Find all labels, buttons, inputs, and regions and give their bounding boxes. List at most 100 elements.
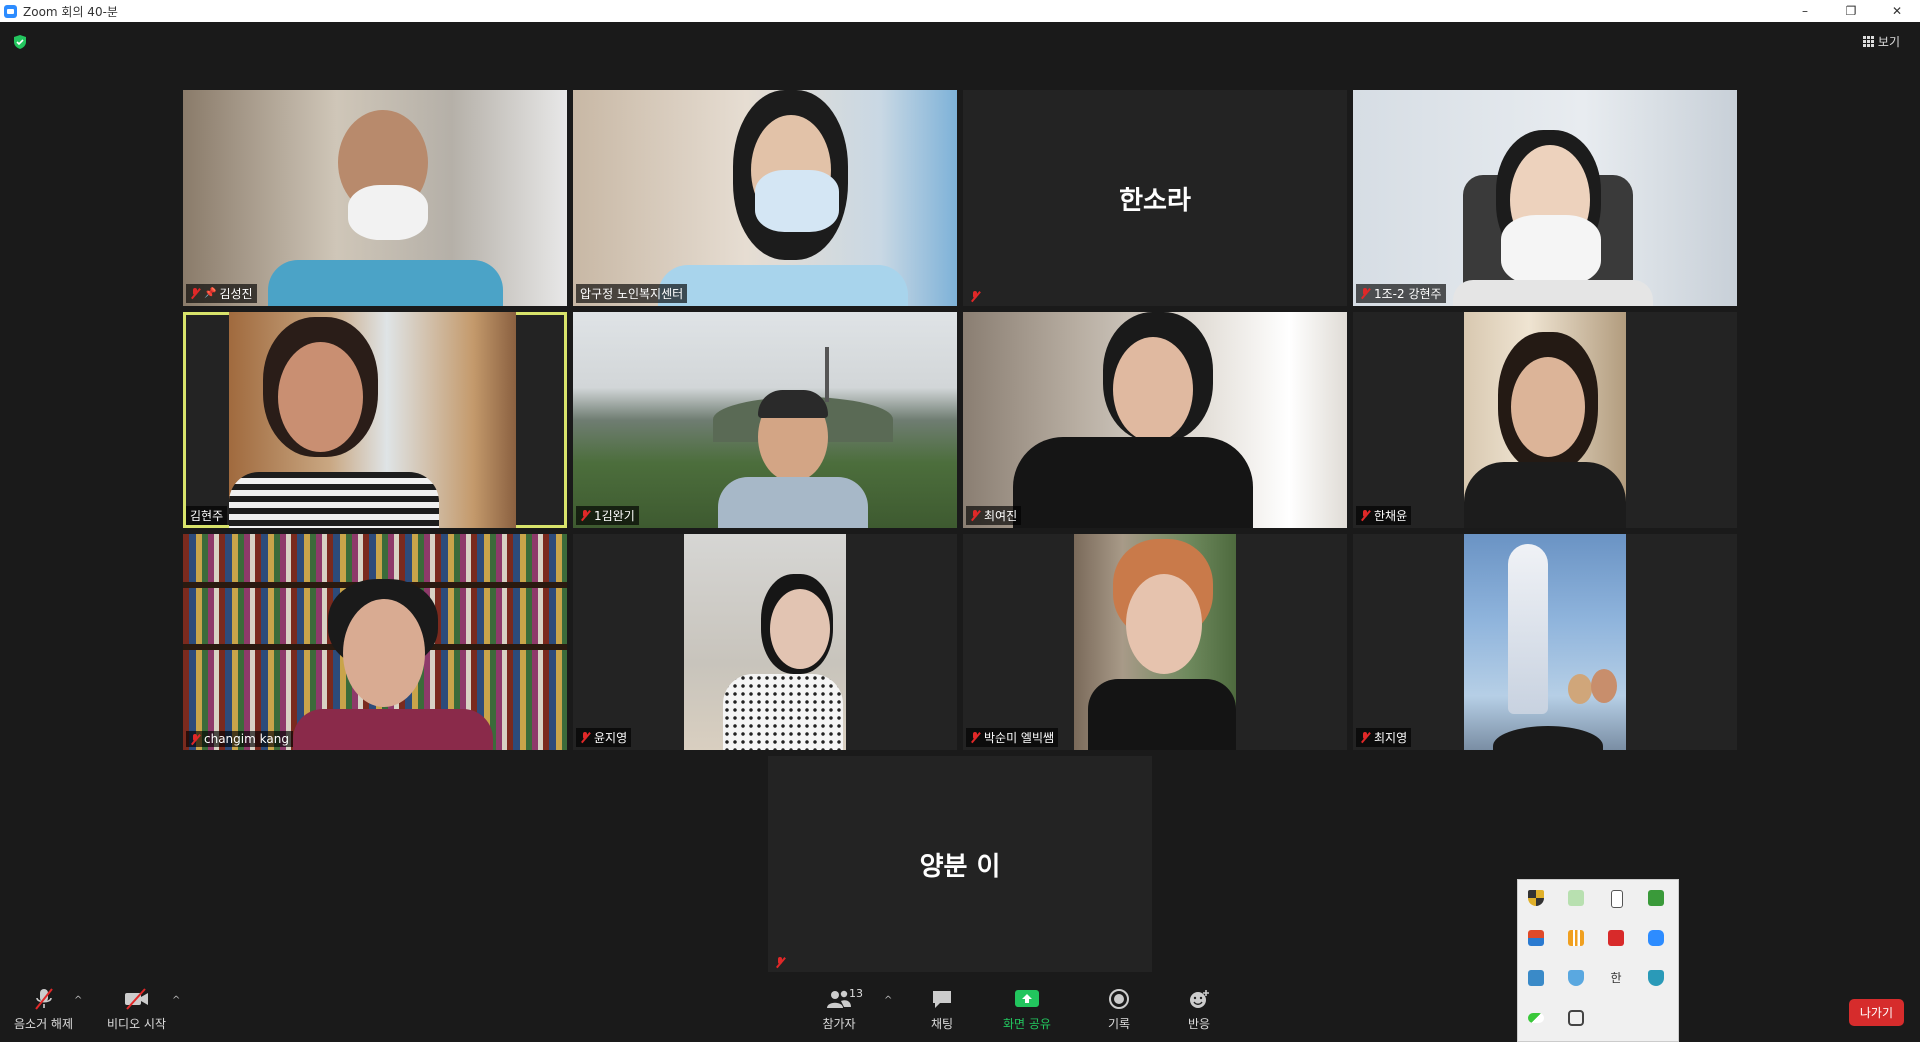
video-tile[interactable]: 1김완기 [573, 312, 957, 528]
namsan-tower [825, 347, 829, 402]
usb-icon[interactable] [1611, 890, 1623, 908]
video-options-caret[interactable]: ^ [172, 995, 180, 1006]
chat-label: 채팅 [930, 1017, 954, 1031]
mic-muted-icon [1360, 732, 1371, 743]
name-label: 박순미 엘빅쌤 [966, 728, 1059, 747]
name-label [771, 956, 790, 969]
app-box-icon[interactable] [1528, 930, 1544, 946]
chat-button[interactable]: 채팅 [928, 987, 956, 1032]
statue-figure [1508, 544, 1548, 714]
video-tile[interactable]: changim kang [183, 534, 567, 750]
video-tile[interactable]: 압구정 노인복지센터 [573, 90, 957, 306]
zoom-tray-icon[interactable] [1648, 930, 1664, 946]
name-label: 1김완기 [576, 506, 639, 525]
participants-label: 참가자 [822, 1017, 856, 1031]
unmute-button[interactable]: 음소거 해제 [14, 987, 73, 1032]
face-mask [1501, 215, 1601, 285]
participant-face [770, 589, 830, 669]
chat-icon [928, 987, 956, 1011]
participant-shirt [718, 477, 868, 528]
name-label: 최지영 [1356, 728, 1412, 747]
share-screen-label: 화면 공유 [1003, 1017, 1051, 1031]
record-label: 기록 [1107, 1017, 1131, 1031]
shield-app-icon[interactable] [1648, 970, 1664, 986]
view-button[interactable]: 보기 [1862, 33, 1900, 50]
video-tile[interactable]: 박순미 엘빅쌤 [963, 534, 1347, 750]
reactions-icon [1185, 987, 1213, 1011]
participant-name: 김성진 [219, 287, 253, 301]
pin-icon: 📌 [204, 288, 217, 299]
name-label: changim kang [186, 731, 293, 747]
participant-name: 윤지영 [594, 731, 628, 745]
video-tile-active-speaker[interactable]: 김현주 [183, 312, 567, 528]
clipboard-icon[interactable] [1568, 1010, 1584, 1026]
security-icon[interactable] [1568, 970, 1584, 986]
unmute-label: 음소거 해제 [14, 1017, 74, 1031]
name-label: 김현주 [186, 506, 228, 525]
participant-display-name: 양분 이 [919, 851, 1001, 882]
participant-name: 최여진 [984, 509, 1018, 523]
reactions-label: 반응 [1187, 1017, 1211, 1031]
participant-name: 박순미 엘빅쌤 [984, 731, 1055, 745]
chart-app-icon[interactable] [1568, 930, 1584, 946]
mic-off-icon [30, 987, 58, 1011]
video-tile[interactable]: 한소라 [963, 90, 1347, 306]
title-bar: Zoom 회의 40-분 – ❐ ✕ [0, 0, 1920, 22]
minimize-button[interactable]: – [1782, 0, 1828, 22]
share-screen-button[interactable]: 화면 공유 [1003, 987, 1051, 1032]
name-label: 최여진 [966, 506, 1022, 525]
shield-defender-icon[interactable] [1528, 890, 1544, 906]
video-tile[interactable]: 📌 김성진 [183, 90, 567, 306]
participant-shirt [229, 472, 439, 528]
mic-muted-icon [970, 732, 981, 743]
participants-options-caret[interactable]: ^ [884, 995, 892, 1006]
restore-button[interactable]: ❐ [1828, 0, 1874, 22]
reactions-button[interactable]: 반응 [1185, 987, 1213, 1032]
video-tile[interactable]: 윤지영 [573, 534, 957, 750]
sync-check-icon[interactable] [1568, 890, 1584, 906]
participants-icon: 13 [817, 987, 863, 1011]
video-tile[interactable]: 한채윤 [1353, 312, 1737, 528]
video-tile[interactable]: 양분 이 [768, 756, 1152, 972]
name-label: 1조-2 강현주 [1356, 284, 1446, 303]
participant-shirt [1088, 679, 1236, 750]
window-title: Zoom 회의 40-분 [23, 4, 118, 19]
record-button[interactable]: 기록 [1105, 987, 1133, 1032]
security-shield-icon[interactable] [12, 34, 28, 50]
participants-button[interactable]: 13 참가자 [817, 987, 863, 1032]
participant-shirt [1453, 280, 1653, 306]
participant-name: 최지영 [1374, 731, 1408, 745]
mic-muted-icon [190, 288, 201, 299]
mic-muted-icon [580, 732, 591, 743]
child-figure [1591, 669, 1617, 703]
audio-options-caret[interactable]: ^ [74, 995, 82, 1006]
participant-name: 압구정 노인복지센터 [580, 287, 684, 301]
participant-shirt [1464, 462, 1626, 528]
participant-shirt [1013, 437, 1253, 528]
participant-name: 1조-2 강현주 [1374, 287, 1442, 301]
video-tile[interactable]: 1조-2 강현주 [1353, 90, 1737, 306]
participant-face [1511, 357, 1585, 457]
share-screen-icon [1013, 987, 1041, 1011]
close-button[interactable]: ✕ [1874, 0, 1920, 22]
hangul-ime-icon[interactable]: 한 [1608, 970, 1624, 986]
mic-muted-icon [580, 510, 591, 521]
face-mask [755, 170, 839, 232]
leave-meeting-button[interactable]: 나가기 [1848, 999, 1904, 1026]
video-tile[interactable]: 최지영 [1353, 534, 1737, 750]
ml-app-icon[interactable] [1648, 890, 1664, 906]
mic-muted-icon [970, 291, 981, 302]
start-video-button[interactable]: 비디오 시작 [107, 987, 166, 1032]
pill-app-icon[interactable] [1528, 1013, 1544, 1023]
mic-muted-icon [1360, 288, 1371, 299]
participant-shirt [268, 260, 503, 306]
participant-face [278, 342, 363, 452]
mic-muted-icon [970, 510, 981, 521]
mic-muted-icon [775, 957, 786, 968]
pdf-app-icon[interactable] [1608, 930, 1624, 946]
start-video-label: 비디오 시작 [107, 1017, 167, 1031]
mic-muted-icon [1360, 510, 1371, 521]
video-tile[interactable]: 최여진 [963, 312, 1347, 528]
name-label: 압구정 노인복지센터 [576, 284, 688, 303]
network-icon[interactable] [1528, 970, 1544, 986]
